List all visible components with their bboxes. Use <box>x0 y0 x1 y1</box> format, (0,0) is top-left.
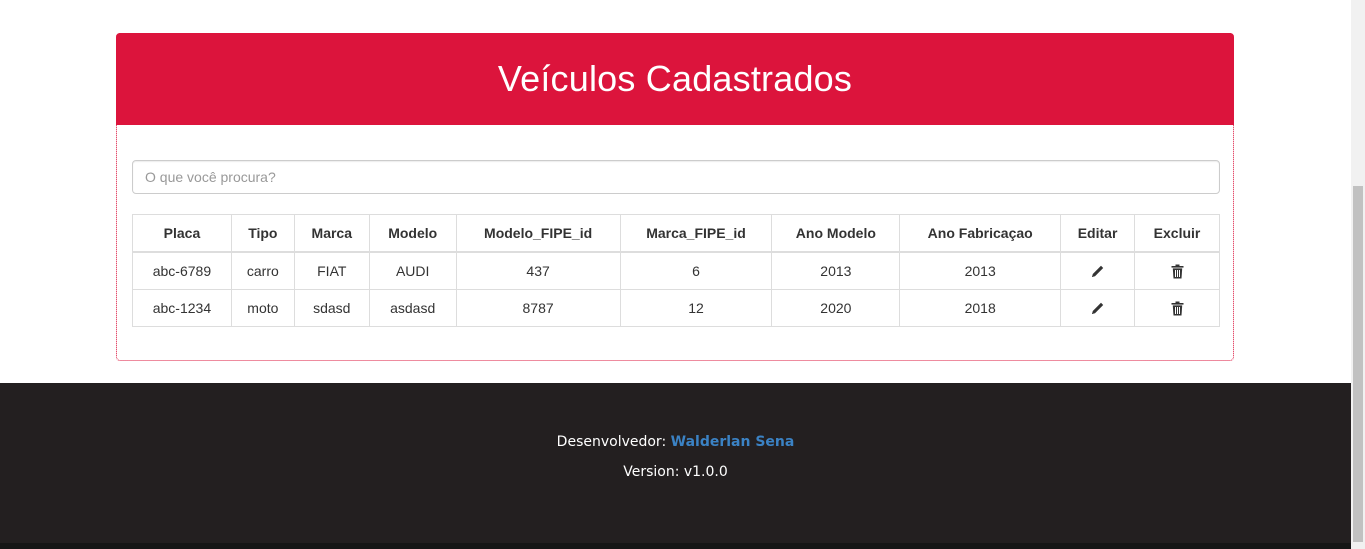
cell-ano-fabricacao: 2013 <box>899 251 1062 290</box>
column-header-marca: Marca <box>293 214 370 253</box>
cell-marca: sdasd <box>293 289 370 327</box>
column-header-placa: Placa <box>132 214 232 253</box>
cell-modelo: AUDI <box>368 251 457 290</box>
pencil-icon[interactable] <box>1088 298 1108 318</box>
vehicles-table: Placa Tipo Marca Modelo Modelo_FIPE_id M… <box>132 214 1220 327</box>
page-title: Veículos Cadastrados <box>497 58 853 99</box>
cell-ano-fabricacao: 2018 <box>899 289 1062 327</box>
search-input[interactable] <box>132 160 1220 194</box>
cell-editar <box>1060 251 1136 290</box>
developer-label: Desenvolvedor: <box>556 434 667 450</box>
scrollbar-thumb[interactable] <box>1353 186 1363 542</box>
column-header-modelo: Modelo <box>368 214 457 253</box>
table-row: abc-6789 carro FIAT AUDI 437 6 2013 2013 <box>132 251 1220 290</box>
cell-modelo: asdasd <box>368 289 457 327</box>
column-header-modelo-fipe-id: Modelo_FIPE_id <box>455 214 621 253</box>
cell-tipo: carro <box>230 251 295 290</box>
cell-marca-fipe-id: 6 <box>619 251 773 290</box>
vertical-scrollbar[interactable] <box>1351 0 1365 549</box>
table-row: abc-1234 moto sdasd asdasd 8787 12 2020 … <box>132 289 1220 327</box>
cell-marca-fipe-id: 12 <box>619 289 773 327</box>
column-header-ano-modelo: Ano Modelo <box>771 214 901 253</box>
cell-tipo: moto <box>230 289 295 327</box>
developer-credit: Desenvolvedor: Walderlan Sena <box>0 434 1351 450</box>
version-text: Version: v1.0.0 <box>623 464 728 480</box>
footer-bottom-strip <box>0 543 1351 549</box>
pencil-icon[interactable] <box>1088 261 1108 281</box>
cell-excluir <box>1134 289 1220 327</box>
footer: Desenvolvedor: Walderlan Sena Version: v… <box>0 383 1351 543</box>
vehicles-panel: Veículos Cadastrados Placa Tipo Marca Mo… <box>116 33 1234 361</box>
developer-link[interactable]: Walderlan Sena <box>671 434 795 450</box>
column-header-editar: Editar <box>1060 214 1136 253</box>
cell-ano-modelo: 2013 <box>771 251 901 290</box>
trash-icon[interactable] <box>1167 298 1187 318</box>
cell-modelo-fipe-id: 437 <box>455 251 621 290</box>
cell-placa: abc-1234 <box>132 289 232 327</box>
cell-modelo-fipe-id: 8787 <box>455 289 621 327</box>
column-header-marca-fipe-id: Marca_FIPE_id <box>619 214 773 253</box>
column-header-ano-fabricacao: Ano Fabricaçao <box>899 214 1062 253</box>
cell-excluir <box>1134 251 1220 290</box>
panel-heading: Veículos Cadastrados <box>116 33 1234 125</box>
cell-placa: abc-6789 <box>132 251 232 290</box>
cell-editar <box>1060 289 1136 327</box>
column-header-tipo: Tipo <box>230 214 295 253</box>
column-header-excluir: Excluir <box>1134 214 1220 253</box>
cell-ano-modelo: 2020 <box>771 289 901 327</box>
page: Veículos Cadastrados Placa Tipo Marca Mo… <box>0 0 1351 549</box>
cell-marca: FIAT <box>293 251 370 290</box>
trash-icon[interactable] <box>1167 261 1187 281</box>
table-header-row: Placa Tipo Marca Modelo Modelo_FIPE_id M… <box>132 214 1220 253</box>
